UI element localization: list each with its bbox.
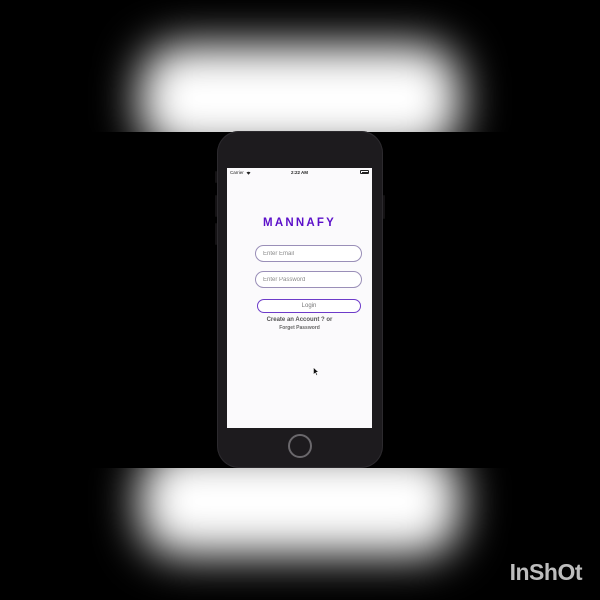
battery-icon: [360, 170, 369, 174]
password-input[interactable]: [255, 271, 362, 288]
home-button[interactable]: [288, 434, 312, 458]
create-account-link[interactable]: Create an Account ? or: [227, 317, 372, 323]
phone-screen: Carrier 2:22 AM MANNAFY Login Create an …: [227, 168, 372, 428]
volume-down-button: [215, 223, 217, 245]
status-time: 2:22 AM: [290, 170, 309, 175]
login-button[interactable]: Login: [257, 299, 361, 313]
forget-password-link[interactable]: Forget Password: [227, 325, 372, 331]
power-button: [383, 195, 385, 219]
mouse-pointer-icon: [313, 367, 319, 376]
phone-frame: Carrier 2:22 AM MANNAFY Login Create an …: [215, 131, 385, 468]
inshot-watermark: InShOt: [509, 559, 583, 585]
volume-up-button: [215, 195, 217, 217]
app-title: MANNAFY: [263, 217, 336, 229]
blurred-background-top: [0, 0, 600, 132]
status-bar: Carrier 2:22 AM: [227, 168, 372, 177]
mute-switch: [215, 171, 217, 183]
email-input[interactable]: [255, 245, 362, 262]
